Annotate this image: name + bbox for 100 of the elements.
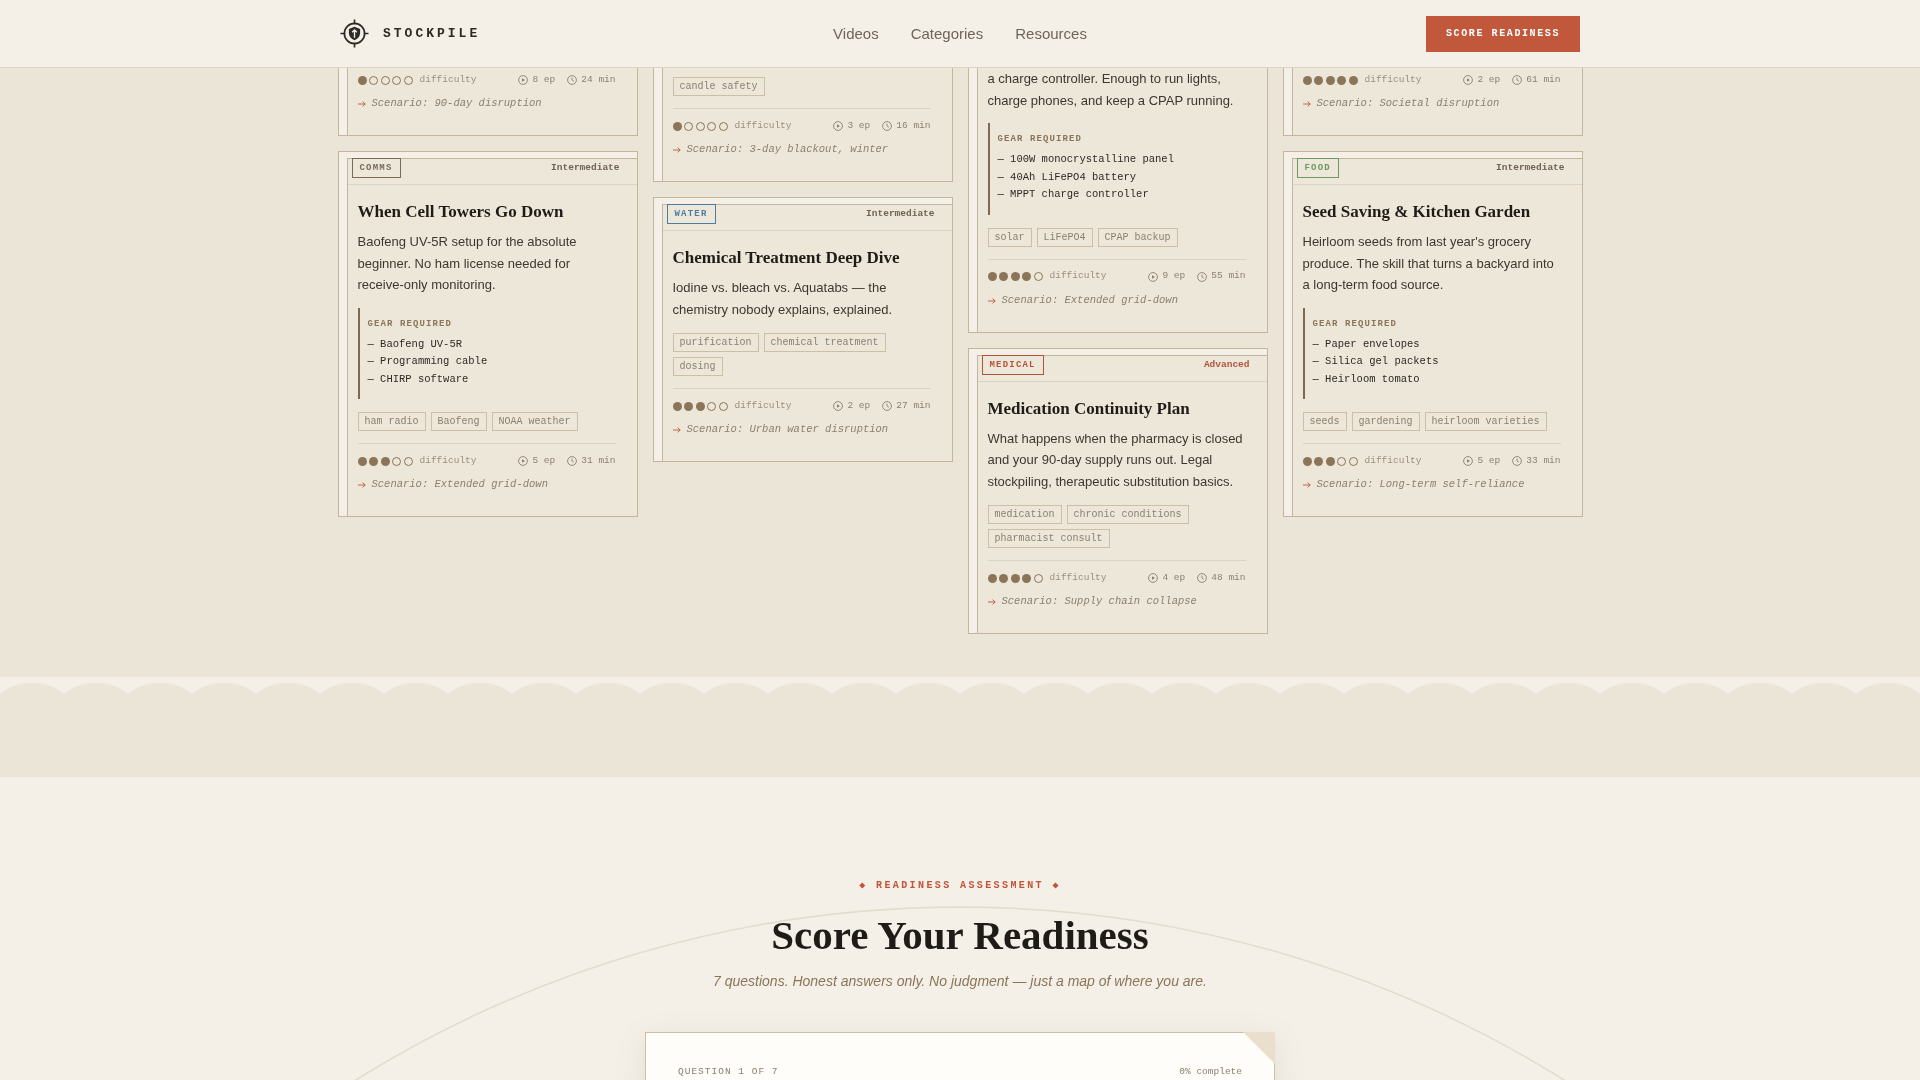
brand-name[interactable]: STOCKPILE: [383, 23, 481, 44]
arrow-right-icon: [672, 147, 681, 153]
clock-icon: [1197, 573, 1208, 583]
duration: 48 min: [1211, 570, 1246, 585]
episode-count: 4 ep: [1162, 570, 1186, 585]
play-circle-icon: [833, 121, 844, 131]
episode-count: 9 ep: [1162, 269, 1186, 284]
episode-count: 5 ep: [1477, 453, 1501, 468]
difficulty-label: difficulty: [1049, 570, 1107, 585]
topic-tag: heirloom varieties: [1424, 412, 1547, 431]
episode-count: 5 ep: [532, 453, 556, 468]
gear-heading: GEAR REQUIRED: [367, 317, 453, 330]
clock-icon: [1512, 75, 1523, 85]
card-description: Baofeng UV-5R setup for the absolute beginner. No ham license needed for receive-only monitoring.: [357, 233, 578, 294]
clock-icon: [1197, 271, 1208, 282]
card-title: When Cell Towers Go Down: [357, 201, 565, 223]
clock-icon: [882, 401, 893, 411]
scenario-text: Scenario: Urban water disruption: [686, 422, 889, 438]
topic-tag: chemical treatment: [763, 333, 886, 352]
arrow-right-icon: [357, 101, 366, 107]
folded-corner-icon: [1243, 1032, 1275, 1064]
topic-tag: gardening: [1351, 412, 1420, 431]
gear-item: — 100W monocrystalline panel: [997, 152, 1175, 167]
card-title: Chemical Treatment Deep Dive: [672, 247, 901, 269]
video-card[interactable]: [967, 347, 1268, 634]
arrow-right-icon: [357, 482, 366, 488]
card-title: Seed Saving & Kitchen Garden: [1302, 201, 1532, 223]
duration: 31 min: [581, 453, 616, 468]
play-circle-icon: [1463, 456, 1474, 466]
card-description: What happens when the pharmacy is closed and your 90-day supply runs out. Legal stockpiling, therapeutic substitution basics.: [987, 429, 1244, 491]
difficulty-label: difficulty: [419, 72, 477, 87]
difficulty-label: difficulty: [734, 118, 792, 133]
arrow-right-icon: [987, 297, 996, 304]
duration: 16 min: [896, 118, 931, 133]
video-card[interactable]: difficulty 2 ep 61 min Scenario: Societal disruption: [1282, 68, 1583, 136]
video-card[interactable]: [652, 197, 953, 462]
topic-tag: ham radio: [357, 412, 426, 431]
clock-icon: [567, 456, 578, 466]
scenario-text: Scenario: 90-day disruption: [371, 96, 542, 112]
scenario-text: Scenario: Supply chain collapse: [1001, 594, 1197, 610]
video-card[interactable]: [337, 151, 638, 517]
difficulty-label: difficulty: [734, 398, 792, 413]
video-card[interactable]: candle safety difficulty 3 ep 16 min Scenario: 3-day blackout, winter: [652, 68, 953, 182]
episode-count: 3 ep: [847, 118, 871, 133]
completion-percent: 0% complete: [1179, 1066, 1242, 1078]
gear-item: — Heirloom tomato: [1312, 371, 1421, 387]
topic-tag: candle safety: [672, 77, 765, 96]
topic-tag: dosing: [672, 357, 723, 376]
scenario-text: Scenario: Societal disruption: [1316, 96, 1500, 112]
section-subtitle: 7 questions. Honest answers only. No judgment — just a map of where you are.: [713, 972, 1207, 991]
nav-link[interactable]: Videos: [833, 23, 879, 44]
episode-count: 8 ep: [532, 72, 556, 87]
gear-item: — Baofeng UV-5R: [367, 336, 463, 352]
topic-tag: purification: [672, 333, 759, 352]
gear-item: — MPPT charge controller: [997, 187, 1150, 202]
nav-link[interactable]: Resources: [1015, 23, 1087, 44]
score-readiness-button[interactable]: SCORE READINESS: [1426, 15, 1580, 52]
topic-tag: NOAA weather: [491, 412, 578, 431]
duration: 24 min: [581, 72, 616, 87]
card-description: Heirloom seeds from last year's grocery produce. The skill that turns a backyard into a long-term food source.: [1302, 233, 1555, 294]
category-tag: WATER: [666, 204, 716, 224]
play-circle-icon: [518, 75, 529, 85]
card-title: Medication Continuity Plan: [987, 397, 1191, 420]
video-card[interactable]: [967, 68, 1268, 333]
difficulty-level: Intermediate: [551, 162, 620, 174]
category-tag: FOOD: [1296, 158, 1339, 178]
duration: 61 min: [1526, 72, 1561, 87]
duration: 55 min: [1211, 269, 1246, 284]
nav-link[interactable]: Categories: [910, 23, 984, 44]
play-circle-icon: [518, 456, 529, 466]
scenario-text: Scenario: 3-day blackout, winter: [686, 142, 889, 158]
play-circle-icon: [1148, 271, 1159, 282]
topic-tag: chronic conditions: [1066, 505, 1189, 524]
arrow-right-icon: [1302, 101, 1311, 107]
arrow-right-icon: [1302, 482, 1311, 488]
category-tag: MEDICAL: [981, 354, 1044, 375]
difficulty-level: Advanced: [1203, 358, 1250, 371]
difficulty-level: Intermediate: [1496, 162, 1565, 174]
play-circle-icon: [833, 401, 844, 411]
play-circle-icon: [1148, 573, 1159, 583]
category-tag: COMMS: [351, 158, 401, 178]
topic-tag: medication: [987, 505, 1062, 524]
card-description: a charge controller. Enough to run lights, charge phones, and keep a CPAP running.: [987, 70, 1235, 110]
video-card[interactable]: [1282, 151, 1583, 517]
shield-compass-icon[interactable]: [340, 19, 369, 48]
topic-tag: Baofeng: [430, 412, 487, 431]
clock-icon: [1512, 456, 1523, 466]
play-circle-icon: [1463, 75, 1474, 85]
scenario-text: Scenario: Extended grid-down: [371, 477, 548, 493]
clock-icon: [882, 121, 893, 131]
clock-icon: [567, 75, 578, 85]
difficulty-label: difficulty: [1364, 453, 1422, 468]
topic-tag: pharmacist consult: [987, 529, 1110, 548]
episode-count: 2 ep: [1477, 72, 1501, 87]
video-card[interactable]: difficulty 8 ep 24 min Scenario: 90-day disruption: [337, 68, 638, 136]
section-title: Score Your Readiness: [771, 911, 1149, 959]
gear-heading: GEAR REQUIRED: [997, 133, 1083, 145]
gear-heading: GEAR REQUIRED: [1312, 317, 1398, 330]
scenario-text: Scenario: Extended grid-down: [1001, 292, 1178, 308]
gear-item: — Silica gel packets: [1312, 354, 1440, 369]
